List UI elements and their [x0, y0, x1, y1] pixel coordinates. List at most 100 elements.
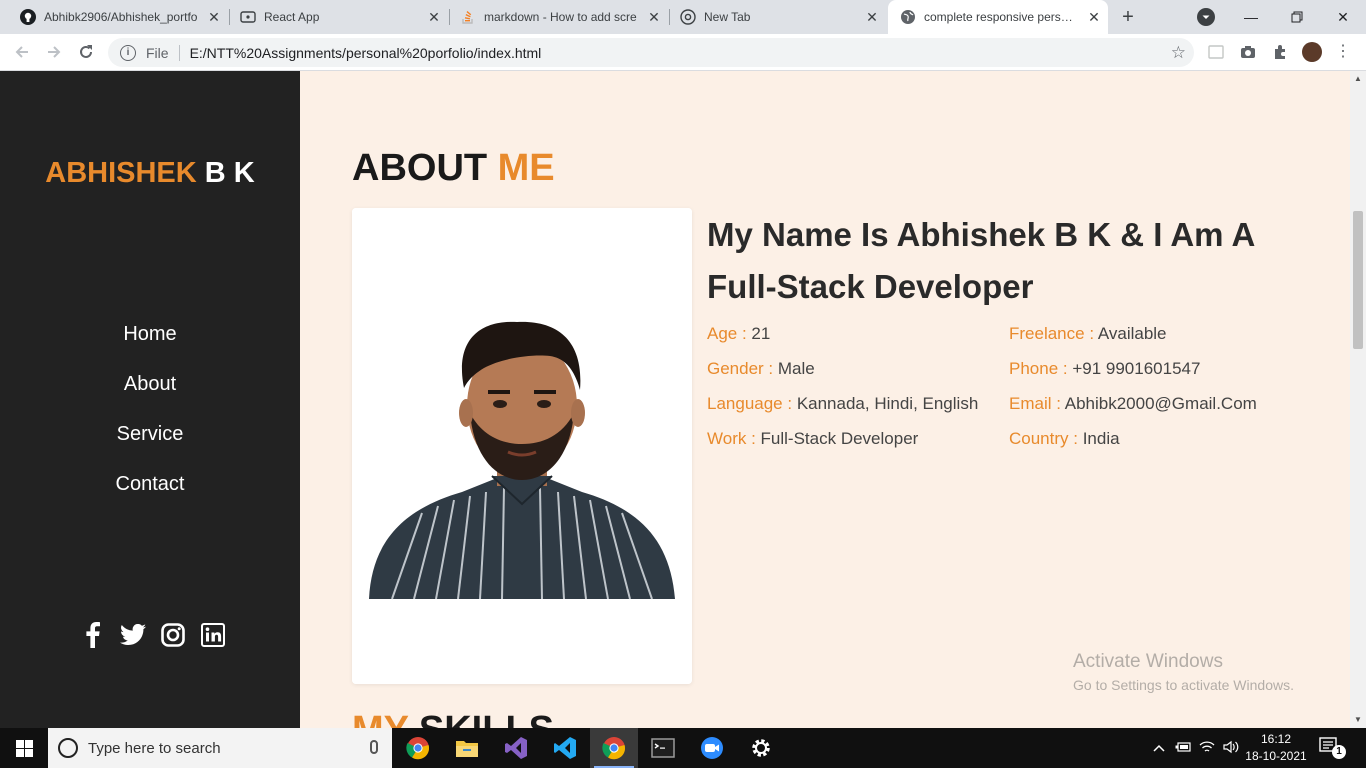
- skills-heading-main: SKILLS: [408, 709, 554, 728]
- tab-search-button[interactable]: [1197, 8, 1215, 26]
- forward-button[interactable]: [42, 40, 66, 64]
- camera-icon[interactable]: [1239, 43, 1257, 61]
- info-freelance: Freelance : Available: [1009, 323, 1257, 358]
- close-tab-icon[interactable]: ✕: [426, 9, 442, 25]
- volume-icon[interactable]: [1223, 740, 1239, 757]
- tab-title: New Tab: [704, 10, 751, 24]
- info-label: Country :: [1009, 429, 1083, 448]
- tab-stackoverflow[interactable]: markdown - How to add scre ✕: [452, 0, 668, 34]
- close-tab-icon[interactable]: ✕: [1086, 9, 1102, 25]
- scrollbar-thumb[interactable]: [1353, 211, 1363, 349]
- close-tab-icon[interactable]: ✕: [646, 9, 662, 25]
- cortana-icon: [58, 738, 78, 758]
- tab-title: React App: [264, 10, 320, 24]
- browser-menu-icon[interactable]: ⋮: [1335, 42, 1351, 62]
- reload-icon: [80, 45, 92, 58]
- tab-separator: [449, 9, 450, 25]
- info-label: Freelance :: [1009, 324, 1098, 343]
- taskbar-terminal[interactable]: [639, 728, 687, 768]
- site-info-icon[interactable]: i: [120, 44, 136, 61]
- page-viewport: ABHISHEK B K Home About Service Contact …: [0, 71, 1366, 728]
- info-value: +91 9901601547: [1072, 359, 1201, 378]
- info-value: India: [1082, 429, 1120, 448]
- notification-center-button[interactable]: 1: [1318, 736, 1348, 760]
- info-value: Male: [777, 359, 815, 378]
- close-tab-icon[interactable]: ✕: [206, 9, 222, 25]
- activate-windows-watermark: Activate Windows Go to Settings to activ…: [1073, 651, 1294, 693]
- info-work: Work : Full-Stack Developer: [707, 428, 978, 463]
- about-heading-main: ABOUT: [352, 147, 498, 189]
- close-window-button[interactable]: ✕: [1320, 0, 1366, 34]
- windows-logo-icon: [15, 739, 33, 757]
- taskbar-chrome-active[interactable]: [590, 728, 638, 768]
- tab-title: complete responsive persona: [924, 10, 1079, 24]
- info-age: Age : 21: [707, 323, 978, 358]
- brand-first-name: ABHISHEK: [45, 157, 197, 189]
- extensions-puzzle-icon[interactable]: [1271, 43, 1289, 61]
- instagram-icon[interactable]: [160, 622, 186, 648]
- visual-studio-icon: [505, 737, 527, 759]
- about-heading-accent: ME: [497, 147, 555, 189]
- restore-button[interactable]: [1274, 0, 1320, 34]
- show-hidden-icons-chevron-icon[interactable]: [1151, 741, 1167, 755]
- folder-icon: [456, 741, 478, 757]
- about-heading: ABOUT ME: [352, 147, 555, 190]
- info-value: Kannada, Hindi, English: [796, 394, 979, 413]
- zoom-icon: [701, 737, 723, 759]
- back-arrow-icon: [15, 46, 28, 58]
- linkedin-icon[interactable]: [200, 622, 226, 648]
- tab-portfolio[interactable]: complete responsive persona ✕: [888, 0, 1108, 34]
- nav-service[interactable]: Service: [0, 419, 300, 469]
- info-value: Abhibk2000@Gmail.Com: [1064, 394, 1257, 413]
- bookmark-star-icon[interactable]: ☆: [1171, 43, 1186, 63]
- new-tab-button[interactable]: +: [1116, 5, 1140, 29]
- nav-about[interactable]: About: [0, 369, 300, 419]
- page-scrollbar[interactable]: ▲ ▼: [1350, 71, 1366, 728]
- info-column-right: Freelance : Available Phone : +91 990160…: [1009, 323, 1257, 463]
- taskbar-zoom[interactable]: [688, 728, 736, 768]
- address-bar[interactable]: i File E:/NTT%20Assignments/personal%20p…: [108, 38, 1194, 67]
- react-icon: [240, 9, 256, 25]
- reload-button[interactable]: [74, 40, 98, 64]
- chrome-icon: [406, 737, 430, 760]
- translate-icon[interactable]: [1207, 43, 1225, 61]
- notification-count-badge: 1: [1332, 745, 1346, 759]
- nav-home[interactable]: Home: [0, 319, 300, 369]
- tab-separator: [669, 9, 670, 25]
- watermark-subtitle: Go to Settings to activate Windows.: [1073, 677, 1294, 693]
- close-tab-icon[interactable]: ✕: [864, 9, 880, 25]
- gear-icon: [752, 739, 770, 757]
- taskbar-clock[interactable]: 16:12 18-10-2021: [1244, 731, 1308, 765]
- nav-contact[interactable]: Contact: [0, 469, 300, 519]
- info-label: Phone :: [1009, 359, 1073, 378]
- taskbar-vscode[interactable]: [541, 728, 589, 768]
- info-email: Email : Abhibk2000@Gmail.Com: [1009, 393, 1257, 428]
- info-label: Age :: [707, 324, 752, 343]
- tab-react-app[interactable]: React App ✕: [232, 0, 448, 34]
- tab-new-tab[interactable]: New Tab ✕: [672, 0, 886, 34]
- brand-logo[interactable]: ABHISHEK B K: [0, 157, 300, 190]
- back-button[interactable]: [10, 40, 34, 64]
- info-phone: Phone : +91 9901601547: [1009, 358, 1257, 393]
- taskbar-search-box[interactable]: Type here to search: [48, 728, 392, 768]
- battery-icon[interactable]: [1175, 741, 1191, 756]
- scroll-down-arrow-icon[interactable]: ▼: [1350, 712, 1366, 728]
- facebook-icon[interactable]: [80, 622, 106, 648]
- taskbar-chrome[interactable]: [394, 728, 442, 768]
- tab-github[interactable]: Abhibk2906/Abhishek_portfo ✕: [12, 0, 228, 34]
- taskbar-visual-studio[interactable]: [492, 728, 540, 768]
- microphone-icon[interactable]: [370, 740, 378, 754]
- wifi-icon[interactable]: [1199, 740, 1215, 757]
- taskbar-settings[interactable]: [737, 728, 785, 768]
- taskbar-file-explorer[interactable]: [443, 728, 491, 768]
- watermark-title: Activate Windows: [1073, 651, 1223, 672]
- tab-title: markdown - How to add scre: [484, 10, 637, 24]
- twitter-icon[interactable]: [120, 622, 146, 648]
- minimize-button[interactable]: —: [1228, 0, 1274, 34]
- profile-avatar[interactable]: [1302, 42, 1322, 62]
- info-label: Language :: [707, 394, 797, 413]
- scroll-up-arrow-icon[interactable]: ▲: [1350, 71, 1366, 87]
- start-button[interactable]: [0, 728, 48, 768]
- social-links: [80, 622, 226, 648]
- brand-initials: B K: [196, 157, 255, 189]
